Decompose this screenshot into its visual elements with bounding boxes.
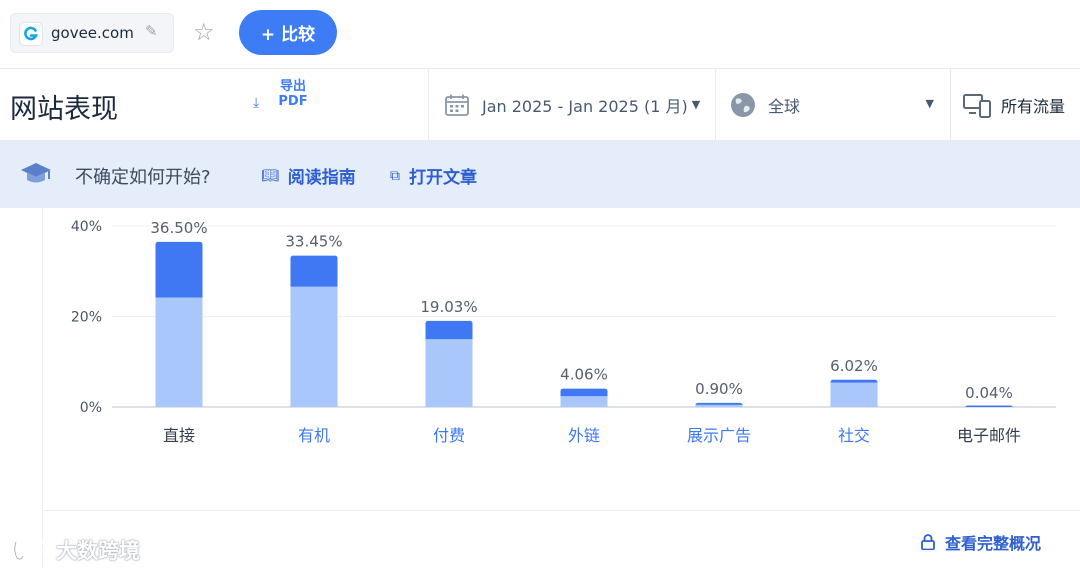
export-pdf-label: 导出PDF: [278, 79, 308, 109]
caret-down-icon: ▼: [691, 98, 701, 111]
govee-logo-icon: [19, 22, 43, 46]
watermark-text: 大数跨境: [56, 539, 140, 563]
lock-icon: [921, 534, 935, 550]
country-value: 全球: [768, 96, 801, 116]
date-range-dropdown[interactable]: Jan 2025 - Jan 2025 (1 月) ▼: [440, 69, 715, 140]
bar-base-segment: [560, 396, 608, 407]
book-icon: 📖︎: [261, 167, 279, 184]
site-name: govee.com: [51, 24, 134, 42]
graduation-cap-icon: [21, 163, 51, 183]
y-tick-label: 0%: [80, 400, 102, 416]
category-label: 电子邮件: [957, 426, 1021, 445]
compare-button[interactable]: + 比较: [239, 10, 337, 55]
bar-base-segment: [155, 297, 203, 407]
divider: [42, 510, 1080, 511]
date-range-value: Jan 2025 - Jan 2025 (1 月): [482, 96, 688, 116]
category-label: 直接: [163, 426, 195, 445]
bar-value-label: 36.50%: [150, 219, 207, 237]
traffic-type-value: 所有流量: [1001, 96, 1066, 116]
caret-down-icon: ▼: [925, 97, 934, 110]
category-label: 外链: [568, 426, 600, 445]
bar-value-label: 33.45%: [285, 233, 342, 251]
category-label: 展示广告: [687, 426, 751, 445]
bar-value-label: 0.04%: [965, 384, 1013, 402]
category-label: 付费: [433, 426, 465, 445]
calendar-icon: [445, 94, 469, 116]
traffic-type-dropdown[interactable]: 所有流量: [963, 69, 1080, 140]
y-tick-label: 40%: [71, 219, 102, 235]
category-label: 有机: [298, 426, 330, 445]
top-bar: govee.com ✎ ☆ + 比较: [0, 0, 1080, 69]
devices-icon: [963, 93, 991, 118]
divider: [428, 69, 429, 140]
bar-value-label: 6.02%: [830, 357, 878, 375]
open-article-label: 打开文章: [409, 168, 477, 188]
bar-value-label: 4.06%: [560, 366, 608, 384]
guide-banner: 不确定如何开始? 📖︎ 阅读指南 ⧉ 打开文章: [0, 141, 1080, 208]
divider: [715, 69, 716, 140]
category-label: 社交: [838, 426, 870, 445]
traffic-channels-chart: 0% 20% 40% 36.50% 直接 33.45% 有机 19.03% 付费 4.06% 外链 0…: [71, 219, 1056, 445]
bar-value-label: 0.90%: [695, 380, 743, 398]
page-title: 网站表现: [10, 94, 118, 125]
bar-value-label: 19.03%: [420, 298, 477, 316]
page-header: 网站表现 ⤓ 导出PDF Jan 2025 - Jan 2025 (1 月) ▼…: [0, 69, 1080, 141]
bar-base-segment: [830, 382, 878, 407]
bar-base-segment: [425, 339, 473, 407]
y-tick-label: 20%: [71, 310, 102, 326]
bar-base-segment: [290, 286, 338, 407]
bar-top-segment: [965, 405, 1013, 407]
edit-pencil-icon[interactable]: ✎: [145, 22, 158, 40]
download-icon: ⤓: [253, 95, 260, 111]
banner-question: 不确定如何开始?: [75, 167, 211, 188]
site-chip[interactable]: govee.com ✎: [10, 13, 174, 53]
view-full-overview-label: 查看完整概况: [945, 534, 1042, 553]
external-link-icon: ⧉: [390, 167, 400, 184]
view-full-overview-link[interactable]: 查看完整概况: [921, 530, 1041, 554]
bar-base-segment: [695, 404, 743, 407]
country-dropdown[interactable]: 全球 ▼: [730, 69, 940, 140]
read-guide-link[interactable]: 📖︎ 阅读指南: [261, 163, 356, 189]
export-pdf-button[interactable]: ⤓ 导出PDF: [250, 79, 320, 131]
read-guide-label: 阅读指南: [287, 168, 356, 188]
watermark-logo-icon: [13, 539, 50, 561]
divider: [950, 69, 951, 140]
open-article-link[interactable]: ⧉ 打开文章: [390, 163, 477, 189]
watermark: 大数跨境: [12, 535, 140, 565]
favorite-star-icon[interactable]: ☆: [193, 18, 215, 46]
globe-icon: [731, 92, 755, 117]
